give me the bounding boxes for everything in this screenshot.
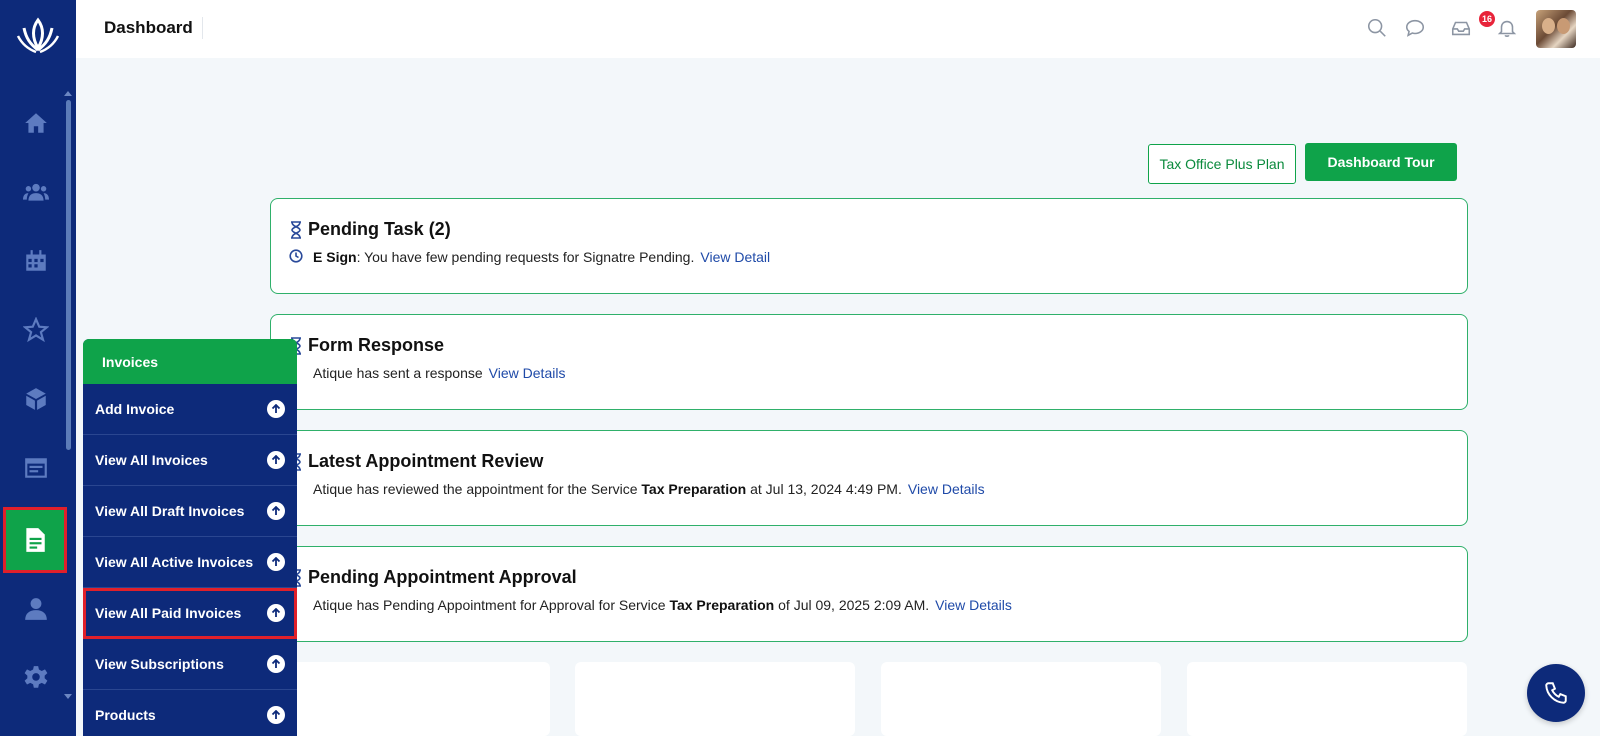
card-title: Pending Appointment Approval bbox=[308, 567, 577, 587]
scroll-up-arrow[interactable] bbox=[64, 91, 72, 96]
esign-label: E Sign bbox=[313, 249, 357, 265]
menu-item-view-active-invoices[interactable]: View All Active Invoices bbox=[83, 537, 297, 588]
arrow-up-icon bbox=[267, 706, 285, 724]
notification-badge: 16 bbox=[1479, 11, 1495, 27]
sidebar bbox=[0, 0, 76, 736]
star-icon[interactable] bbox=[20, 314, 52, 346]
home-icon[interactable] bbox=[20, 107, 52, 139]
card-text: Atique has sent a response View Details bbox=[313, 365, 565, 381]
sidebar-scrollbar[interactable] bbox=[66, 100, 71, 450]
response-text: Atique has sent a response bbox=[313, 365, 483, 381]
invoice-icon[interactable] bbox=[3, 507, 67, 573]
card-title: Latest Appointment Review bbox=[308, 451, 544, 471]
menu-item-label: View All Paid Invoices bbox=[95, 605, 242, 621]
card-text: E Sign: You have few pending requests fo… bbox=[313, 249, 770, 265]
phone-call-button[interactable] bbox=[1527, 664, 1585, 722]
plan-button[interactable]: Tax Office Plus Plan bbox=[1148, 144, 1296, 184]
page-title: Dashboard bbox=[104, 18, 193, 37]
card-title: Form Response bbox=[308, 335, 445, 355]
menu-item-label: View All Draft Invoices bbox=[95, 503, 245, 519]
approval-text: Atique has Pending Appointment for Appro… bbox=[313, 597, 670, 613]
scroll-down-arrow[interactable] bbox=[64, 694, 72, 699]
arrow-up-icon bbox=[267, 502, 285, 520]
review-date: at Jul 13, 2024 4:49 PM. bbox=[746, 481, 902, 497]
card-text: Atique has reviewed the appointment for … bbox=[313, 481, 985, 497]
view-details-link[interactable]: View Details bbox=[908, 481, 985, 497]
pending-approval-card: Pending Appointment Approval Atique has … bbox=[270, 546, 1468, 642]
title-divider bbox=[202, 17, 203, 39]
users-icon[interactable] bbox=[20, 176, 52, 208]
calendar-icon[interactable] bbox=[20, 245, 52, 277]
review-text: Atique has reviewed the appointment for … bbox=[313, 481, 642, 497]
invoices-submenu: Invoices Add Invoice View All Invoices V… bbox=[83, 339, 297, 736]
app-logo[interactable] bbox=[14, 14, 62, 56]
gear-icon[interactable] bbox=[20, 662, 52, 694]
menu-item-view-subscriptions[interactable]: View Subscriptions bbox=[83, 639, 297, 690]
esign-text: : You have few pending requests for Sign… bbox=[356, 249, 695, 265]
view-detail-link[interactable]: View Detail bbox=[700, 249, 770, 265]
card-text: Atique has Pending Appointment for Appro… bbox=[313, 597, 1012, 613]
top-header: Dashboard 16 bbox=[76, 0, 1600, 58]
box-icon[interactable] bbox=[20, 383, 52, 415]
arrow-up-icon bbox=[267, 451, 285, 469]
avatar[interactable] bbox=[1536, 10, 1576, 48]
dashboard-tour-button[interactable]: Dashboard Tour bbox=[1305, 143, 1457, 181]
latest-review-card: Latest Appointment Review Atique has rev… bbox=[270, 430, 1468, 526]
arrow-up-icon bbox=[267, 604, 285, 622]
service-name: Tax Preparation bbox=[641, 481, 747, 497]
approval-date: of Jul 09, 2025 2:09 AM. bbox=[774, 597, 930, 613]
stat-card bbox=[270, 662, 550, 736]
hourglass-icon bbox=[289, 221, 303, 239]
arrow-up-icon bbox=[267, 400, 285, 418]
inbox-icon[interactable] bbox=[1450, 17, 1474, 41]
view-details-link[interactable]: View Details bbox=[935, 597, 1012, 613]
clock-icon bbox=[289, 249, 303, 263]
form-response-card: Form Response Atique has sent a response… bbox=[270, 314, 1468, 410]
submenu-header: Invoices bbox=[83, 339, 297, 384]
stat-card bbox=[575, 662, 855, 736]
card-title: Pending Task (2) bbox=[308, 219, 451, 239]
arrow-up-icon bbox=[267, 655, 285, 673]
service-name: Tax Preparation bbox=[669, 597, 775, 613]
menu-item-view-paid-invoices[interactable]: View All Paid Invoices bbox=[83, 588, 297, 639]
menu-item-products[interactable]: Products bbox=[83, 690, 297, 736]
menu-item-label: View Subscriptions bbox=[95, 656, 224, 672]
stat-card bbox=[881, 662, 1161, 736]
menu-item-label: Products bbox=[95, 707, 156, 723]
menu-item-add-invoice[interactable]: Add Invoice bbox=[83, 384, 297, 435]
bell-icon[interactable] bbox=[1496, 17, 1520, 41]
menu-item-view-all-invoices[interactable]: View All Invoices bbox=[83, 435, 297, 486]
chat-icon[interactable] bbox=[1404, 17, 1428, 41]
user-icon[interactable] bbox=[20, 593, 52, 625]
menu-item-label: View All Active Invoices bbox=[95, 554, 254, 570]
browser-icon[interactable] bbox=[20, 452, 52, 484]
search-icon[interactable] bbox=[1366, 17, 1390, 41]
pending-task-card: Pending Task (2) E Sign: You have few pe… bbox=[270, 198, 1468, 294]
menu-item-view-draft-invoices[interactable]: View All Draft Invoices bbox=[83, 486, 297, 537]
menu-item-label: Add Invoice bbox=[95, 401, 175, 417]
menu-item-label: View All Invoices bbox=[95, 452, 208, 468]
stat-card bbox=[1187, 662, 1467, 736]
phone-icon bbox=[1545, 682, 1567, 704]
arrow-up-icon bbox=[267, 553, 285, 571]
view-details-link[interactable]: View Details bbox=[489, 365, 566, 381]
